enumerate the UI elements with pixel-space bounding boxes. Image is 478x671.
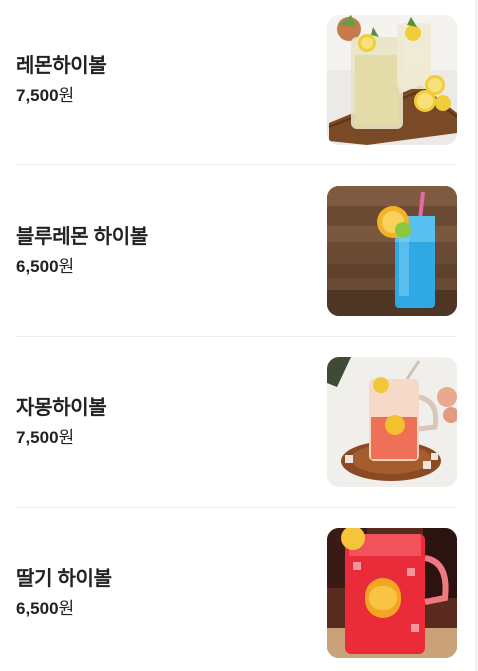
price-value: 7,500	[16, 86, 59, 105]
grapefruit-highball-photo[interactable]	[327, 357, 457, 487]
lemon-highball-photo[interactable]	[327, 15, 457, 145]
menu-item-price: 7,500원	[16, 427, 107, 449]
currency-suffix: 원	[58, 86, 75, 105]
menu-item-name: 자몽하이볼	[16, 397, 107, 419]
currency-suffix: 원	[58, 428, 75, 447]
menu-item-info: 레몬하이볼 7,500원	[16, 15, 107, 145]
divider	[16, 164, 457, 165]
currency-suffix: 원	[58, 599, 75, 618]
menu-list: 레몬하이볼 7,500원 블루레몬 하이볼 6,500원 자몽하이볼 7,500…	[0, 0, 478, 671]
price-value: 6,500	[16, 257, 59, 276]
menu-item-name: 딸기 하이볼	[16, 568, 112, 590]
menu-item-lemon-highball[interactable]: 레몬하이볼 7,500원	[16, 15, 457, 145]
price-value: 7,500	[16, 428, 59, 447]
currency-suffix: 원	[58, 257, 75, 276]
divider	[16, 507, 457, 508]
menu-item-info: 딸기 하이볼 6,500원	[16, 528, 112, 658]
menu-item-grapefruit-highball[interactable]: 자몽하이볼 7,500원	[16, 357, 457, 487]
menu-item-price: 7,500원	[16, 85, 107, 107]
divider	[16, 336, 457, 337]
menu-item-price: 6,500원	[16, 256, 148, 278]
price-value: 6,500	[16, 599, 59, 618]
menu-item-info: 블루레몬 하이볼 6,500원	[16, 186, 148, 316]
menu-item-blue-lemon-highball[interactable]: 블루레몬 하이볼 6,500원	[16, 186, 457, 316]
blue-lemon-highball-photo[interactable]	[327, 186, 457, 316]
menu-item-strawberry-highball[interactable]: 딸기 하이볼 6,500원	[16, 528, 457, 658]
strawberry-highball-photo[interactable]	[327, 528, 457, 658]
menu-item-name: 블루레몬 하이볼	[16, 226, 148, 248]
menu-item-price: 6,500원	[16, 598, 112, 620]
menu-item-name: 레몬하이볼	[16, 55, 107, 77]
menu-item-info: 자몽하이볼 7,500원	[16, 357, 107, 487]
